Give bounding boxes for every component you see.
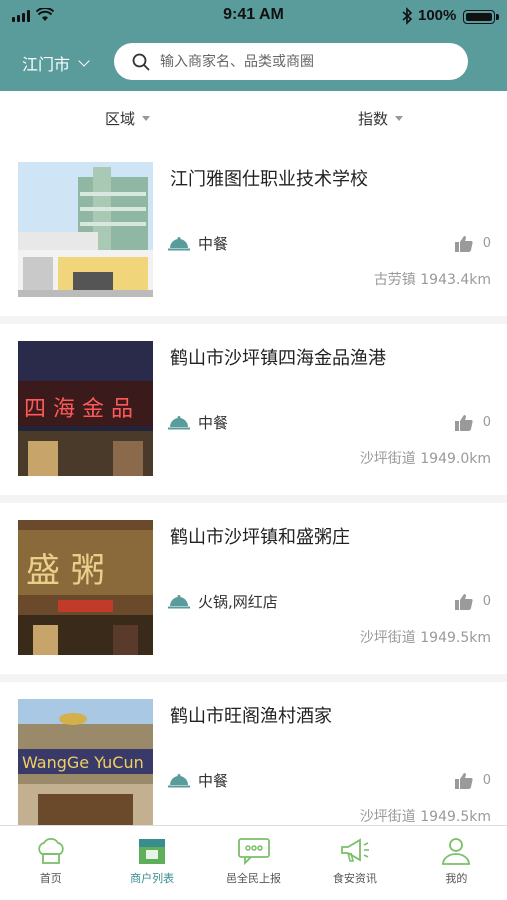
merchant-category: 中餐 [168,233,228,254]
svg-text:四 海 金 品: 四 海 金 品 [24,397,133,422]
merchant-card[interactable]: 盛 粥 鹤山市沙坪镇和盛粥庄 火锅,网红店 0 沙坪街道 1949.5km [0,503,507,674]
merchant-card[interactable]: 江门雅图仕职业技术学校 中餐 0 古劳镇 1943.4km [0,145,507,316]
merchant-location: 沙坪街道 1949.5km [359,809,491,825]
tab-label: 邑全民上报 [226,872,282,885]
svg-text:盛 粥: 盛 粥 [26,551,105,591]
merchant-photo: 盛 粥 [18,520,153,655]
status-bar: 9:41 AM 100% [0,0,507,32]
search-icon [132,53,150,70]
merchant-title: 鹤山市沙坪镇四海金品渔港 [170,348,386,369]
merchant-list: 江门雅图仕职业技术学校 中餐 0 古劳镇 1943.4km 四 海 金 品 鹤山… [0,145,507,825]
merchant-location: 沙坪街道 1949.5km [359,630,491,646]
tab-report[interactable]: 邑全民上报 [203,826,304,900]
merchant-photo [18,162,153,297]
merchant-title: 鹤山市沙坪镇和盛粥庄 [170,527,350,548]
bottom-tab-bar: 首页 商户列表 邑全民上报 食安资讯 我的 [0,825,507,900]
index-filter-label: 指数 [358,110,389,128]
top-header: 9:41 AM 100% 江门市 [0,0,507,91]
merchant-location: 古劳镇 1943.4km [373,272,491,288]
like-count: 0 [482,773,491,788]
merchant-location: 沙坪街道 1949.0km [359,451,491,467]
merchant-card[interactable]: WangGe YuCun 鹤山市旺阁渔村酒家 中餐 0 沙坪街道 1949.5k… [0,682,507,825]
thumbs-up-icon [454,773,473,789]
like-count: 0 [482,236,491,251]
like-button[interactable]: 0 [454,593,491,610]
thumbs-up-icon [454,594,473,610]
city-label: 江门市 [22,55,71,74]
category-label: 火锅,网红店 [198,593,278,611]
storefront-icon [139,839,166,864]
merchant-photo: 四 海 金 品 [18,341,153,476]
thumbs-up-icon [454,236,473,252]
megaphone-icon [341,838,369,862]
category-label: 中餐 [198,235,229,253]
thumbs-up-icon [454,415,473,431]
like-count: 0 [482,415,491,430]
like-count: 0 [482,594,491,609]
cloche-icon [168,594,190,608]
cloche-icon [168,236,190,250]
tab-merchant-list[interactable]: 商户列表 [101,826,202,900]
merchant-card[interactable]: 四 海 金 品 鹤山市沙坪镇四海金品渔港 中餐 0 沙坪街道 1949.0km [0,324,507,495]
merchant-category: 中餐 [168,412,228,433]
bluetooth-icon [402,7,413,25]
chevron-down-icon [78,55,90,67]
tab-label: 商户列表 [130,872,175,885]
tab-label: 食安资讯 [332,872,377,885]
category-label: 中餐 [198,414,229,432]
area-filter[interactable]: 区域 [105,108,151,129]
chat-bubble-icon [237,838,270,866]
merchant-title: 江门雅图仕职业技术学校 [170,169,368,190]
category-label: 中餐 [198,772,229,790]
area-filter-label: 区域 [105,110,136,128]
merchant-category: 中餐 [168,770,228,791]
like-button[interactable]: 0 [454,772,491,789]
search-input[interactable] [160,53,440,70]
city-selector[interactable]: 江门市 [22,51,90,75]
tab-profile[interactable]: 我的 [406,826,507,900]
filter-bar: 区域 指数 [0,91,507,145]
dropdown-triangle-icon [395,116,404,121]
tab-home[interactable]: 首页 [0,826,101,900]
cloche-icon [168,773,190,787]
like-button[interactable]: 0 [454,235,491,252]
tab-label: 我的 [445,872,468,885]
battery-percentage: 100% [418,7,457,24]
like-button[interactable]: 0 [454,414,491,431]
dropdown-triangle-icon [142,116,151,121]
index-filter[interactable]: 指数 [358,108,404,129]
tab-label: 首页 [39,872,62,885]
svg-text:WangGe YuCun: WangGe YuCun [22,753,144,772]
merchant-title: 鹤山市旺阁渔村酒家 [170,706,332,727]
search-bar[interactable] [114,43,468,80]
battery-icon [463,10,499,24]
merchant-category: 火锅,网红店 [168,591,278,612]
person-icon [442,838,471,865]
chef-hat-icon [37,837,64,864]
cloche-icon [168,415,190,429]
tab-food-safety-news[interactable]: 食安资讯 [304,826,405,900]
merchant-photo: WangGe YuCun [18,699,153,825]
